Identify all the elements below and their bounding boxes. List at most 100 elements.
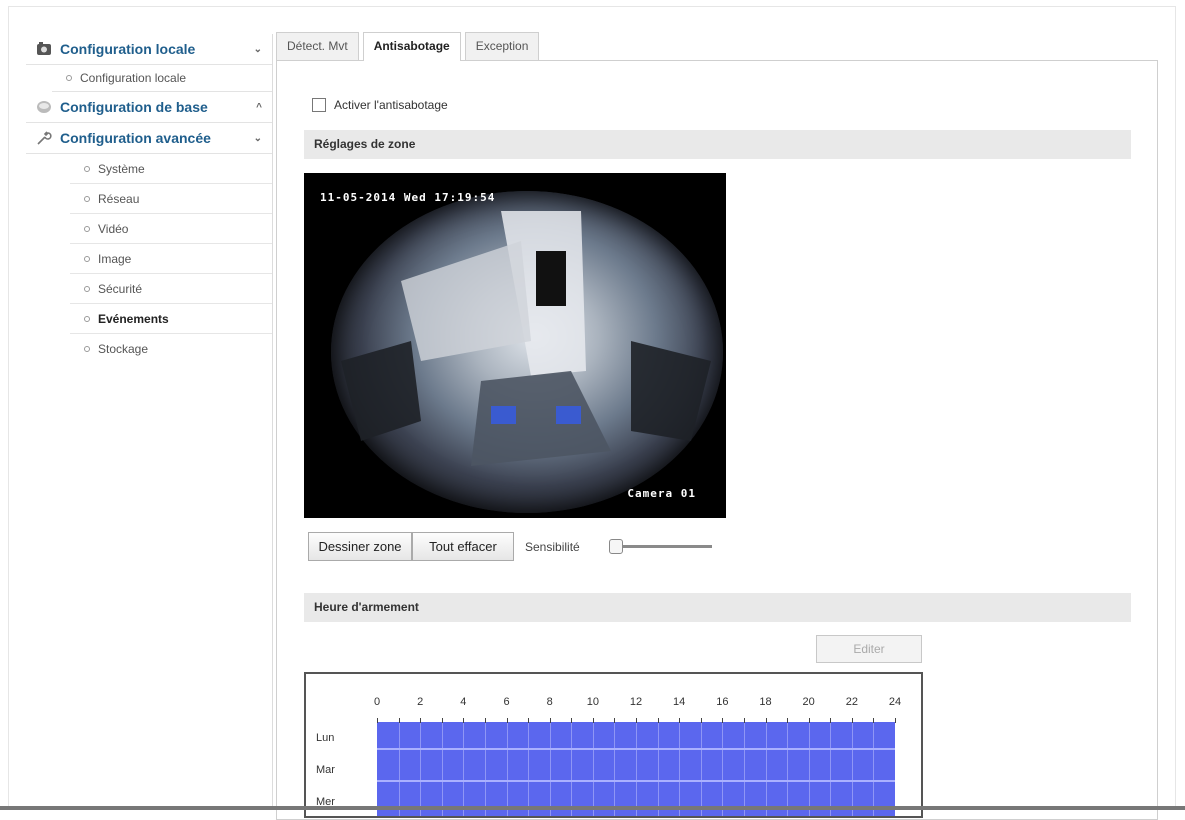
grid-line xyxy=(484,722,486,816)
tab-antisabotage[interactable]: Antisabotage xyxy=(362,32,461,61)
tab-exception[interactable]: Exception xyxy=(464,32,540,60)
enable-tamper-row: Activer l'antisabotage xyxy=(312,98,448,112)
grid-line xyxy=(528,722,530,816)
sensitivity-slider-track[interactable] xyxy=(612,545,712,548)
grid-line xyxy=(592,722,594,816)
chevron-up-icon: ^ xyxy=(256,101,262,113)
row-divider xyxy=(377,748,895,750)
bullet-icon xyxy=(84,255,90,262)
sidebar-item-configuration-locale[interactable]: Configuration locale xyxy=(52,65,272,92)
grid-line xyxy=(743,722,745,816)
fisheye-image xyxy=(331,191,723,513)
disk-icon xyxy=(36,99,52,115)
bullet-icon xyxy=(84,195,90,202)
grid-line xyxy=(571,722,573,816)
hour-label: 22 xyxy=(845,696,858,708)
hour-tick xyxy=(722,718,724,723)
grid-line xyxy=(830,722,832,816)
hour-tick xyxy=(463,718,465,723)
osd-datetime: 11-05-2014 Wed 17:19:54 xyxy=(320,191,496,204)
section-configuration-avancee[interactable]: Configuration avancée ⌄ xyxy=(26,123,272,154)
section-label: Configuration locale xyxy=(60,41,196,57)
grid-line xyxy=(657,722,659,816)
grid-line xyxy=(765,722,767,816)
hour-label: 18 xyxy=(759,696,772,708)
enable-tamper-label: Activer l'antisabotage xyxy=(334,98,448,112)
wrench-icon xyxy=(36,130,52,146)
hour-tick xyxy=(830,718,832,723)
grid-line xyxy=(549,722,551,816)
hour-label: 16 xyxy=(716,696,729,708)
day-label: Mar xyxy=(316,764,335,776)
sidebar-item-stockage[interactable]: Stockage xyxy=(70,334,272,363)
hour-label: 2 xyxy=(417,696,424,708)
hour-tick xyxy=(441,718,443,723)
bullet-icon xyxy=(84,165,90,172)
day-label: Lun xyxy=(316,732,335,744)
hour-tick xyxy=(549,718,551,723)
osd-camera-name: Camera 01 xyxy=(627,487,696,500)
sensitivity-label: Sensibilité xyxy=(525,540,580,554)
arming-schedule-header: Heure d'armement xyxy=(304,593,1131,622)
hour-tick xyxy=(592,718,594,723)
grid-line xyxy=(614,722,616,816)
hour-tick xyxy=(484,718,486,723)
sidebar-item-image[interactable]: Image xyxy=(70,244,272,274)
sidebar-item-reseau[interactable]: Réseau xyxy=(70,184,272,214)
sidebar-divider xyxy=(272,34,273,810)
edit-schedule-button[interactable]: Editer xyxy=(816,635,922,663)
section-label: Configuration de base xyxy=(60,99,208,115)
grid-line xyxy=(679,722,681,816)
bullet-icon xyxy=(84,315,90,322)
hour-tick xyxy=(636,718,637,723)
bullet-icon xyxy=(84,285,90,292)
tab-detect-mvt[interactable]: Détect. Mvt xyxy=(276,32,359,60)
hour-label: 0 xyxy=(373,696,381,708)
grid-line xyxy=(808,722,810,816)
hour-label: 4 xyxy=(460,696,467,708)
arming-schedule: 0 2 4 6 8 10 12 14 16 18 20 22 24 Lun Mar Mer xyxy=(304,672,923,818)
grid-line xyxy=(506,722,508,816)
section-configuration-locale[interactable]: Configuration locale ⌄ xyxy=(26,34,272,65)
hour-label: 10 xyxy=(586,696,599,708)
hour-tick xyxy=(571,718,573,723)
hour-tick xyxy=(765,718,767,723)
hour-tick xyxy=(657,718,659,723)
clear-all-button[interactable]: Tout effacer xyxy=(412,532,514,561)
sidebar-item-label: Système xyxy=(98,161,145,176)
sidebar-item-evenements[interactable]: Evénements xyxy=(70,304,272,334)
sidebar-item-label: Evénements xyxy=(98,311,169,326)
grid-line xyxy=(722,722,724,816)
enable-tamper-checkbox[interactable] xyxy=(312,98,326,112)
hour-tick xyxy=(506,718,508,723)
sidebar-item-securite[interactable]: Sécurité xyxy=(70,274,272,304)
zone-settings-header: Réglages de zone xyxy=(304,130,1131,159)
hour-tick xyxy=(743,718,745,723)
hour-label: 6 xyxy=(503,696,510,708)
sidebar-item-label: Stockage xyxy=(98,341,149,356)
hour-label: 12 xyxy=(629,696,643,708)
sidebar-item-systeme[interactable]: Système xyxy=(70,154,272,184)
camera-icon xyxy=(36,41,52,57)
grid-line xyxy=(851,722,853,816)
hour-tick xyxy=(851,718,853,723)
schedule-grid[interactable] xyxy=(377,722,895,816)
grid-line xyxy=(441,722,443,816)
grid-line xyxy=(787,722,789,816)
grid-line xyxy=(420,722,422,816)
hour-tick xyxy=(787,718,789,723)
section-configuration-de-base[interactable]: Configuration de base ^ xyxy=(26,92,272,123)
chevron-down-icon: ⌄ xyxy=(253,132,262,144)
camera-preview[interactable]: 11-05-2014 Wed 17:19:54 Camera 01 xyxy=(304,173,726,518)
hour-tick xyxy=(895,718,896,723)
sidebar-item-video[interactable]: Vidéo xyxy=(70,214,272,244)
sidebar-item-label: Réseau xyxy=(98,191,140,206)
grid-line xyxy=(700,722,702,816)
hour-tick xyxy=(808,718,810,723)
grid-line xyxy=(463,722,465,816)
hour-tick xyxy=(679,718,681,723)
draw-zone-button[interactable]: Dessiner zone xyxy=(308,532,412,561)
grid-line xyxy=(398,722,400,816)
sensitivity-slider-handle[interactable] xyxy=(609,539,623,554)
hour-tick xyxy=(700,718,702,723)
